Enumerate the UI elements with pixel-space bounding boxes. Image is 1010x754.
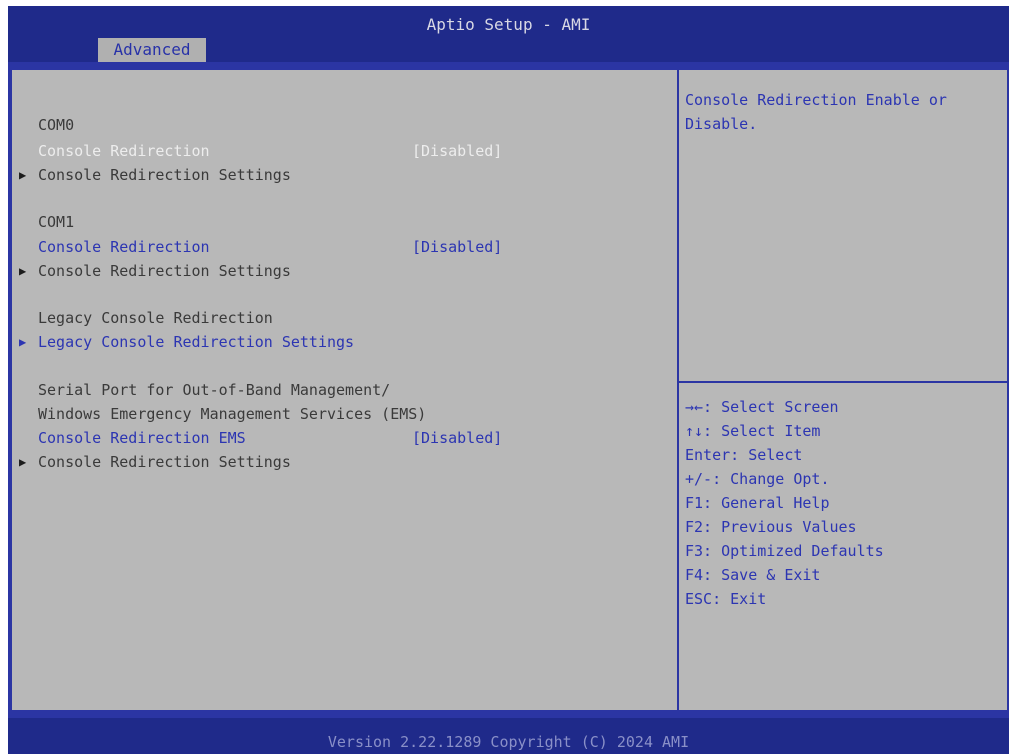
setting-console-redirection-ems[interactable]: Console Redirection EMS [Disabled]	[12, 427, 677, 449]
submenu-arrow-icon: ▶	[19, 335, 27, 349]
help-divider	[679, 381, 1007, 383]
key-hint-change-opt: +/-: Change Opt.	[685, 470, 830, 488]
setting-value: [Disabled]	[412, 238, 503, 256]
submenu-com1-settings[interactable]: ▶ Console Redirection Settings	[12, 260, 677, 282]
main-frame: COM0 Console Redirection [Disabled] ▶ Co…	[8, 62, 1009, 718]
key-hint-select-item: ↑↓: Select Item	[685, 422, 821, 440]
bios-setup-screen: Aptio Setup - AMI Advanced COM0 Console …	[0, 0, 1010, 754]
setting-label: Console Redirection	[38, 238, 210, 256]
tab-advanced[interactable]: Advanced	[98, 38, 206, 62]
key-hint-save-exit: F4: Save & Exit	[685, 566, 821, 584]
page-title: Aptio Setup - AMI	[426, 15, 591, 34]
setting-com0-console-redirection[interactable]: Console Redirection [Disabled]	[12, 140, 677, 162]
submenu-arrow-icon: ▶	[19, 455, 27, 469]
version-footer: Version 2.22.1289 Copyright (C) 2024 AMI	[8, 718, 1009, 754]
key-hint-previous-values: F2: Previous Values	[685, 518, 857, 536]
setting-value: [Disabled]	[412, 142, 503, 160]
setting-value: [Disabled]	[412, 429, 503, 447]
setting-label: Console Redirection EMS	[38, 429, 246, 447]
submenu-legacy-settings[interactable]: ▶ Legacy Console Redirection Settings	[12, 331, 677, 353]
help-panel: Console Redirection Enable or Disable. →…	[679, 70, 1007, 710]
key-hint-select-screen: →←: Select Screen	[685, 398, 839, 416]
key-hint-optimized-defaults: F3: Optimized Defaults	[685, 542, 884, 560]
key-hint-general-help: F1: General Help	[685, 494, 830, 512]
submenu-arrow-icon: ▶	[19, 264, 27, 278]
submenu-label: Console Redirection Settings	[38, 453, 291, 471]
key-hint-enter: Enter: Select	[685, 446, 803, 464]
submenu-arrow-icon: ▶	[19, 168, 27, 182]
submenu-com0-settings[interactable]: ▶ Console Redirection Settings	[12, 164, 677, 186]
submenu-label: Legacy Console Redirection Settings	[38, 333, 355, 351]
setting-label: Console Redirection	[38, 142, 210, 160]
settings-panel: COM0 Console Redirection [Disabled] ▶ Co…	[12, 70, 677, 710]
key-legend: →←: Select Screen ↑↓: Select Item Enter:…	[685, 395, 1000, 611]
key-hint-esc-exit: ESC: Exit	[685, 590, 767, 608]
submenu-label: Console Redirection Settings	[38, 262, 291, 280]
submenu-label: Console Redirection Settings	[38, 166, 291, 184]
submenu-ems-settings[interactable]: ▶ Console Redirection Settings	[12, 451, 677, 473]
setting-com1-console-redirection[interactable]: Console Redirection [Disabled]	[12, 236, 677, 258]
help-description: Console Redirection Enable or Disable.	[685, 91, 947, 133]
title-bar: Aptio Setup - AMI Advanced	[8, 6, 1009, 62]
